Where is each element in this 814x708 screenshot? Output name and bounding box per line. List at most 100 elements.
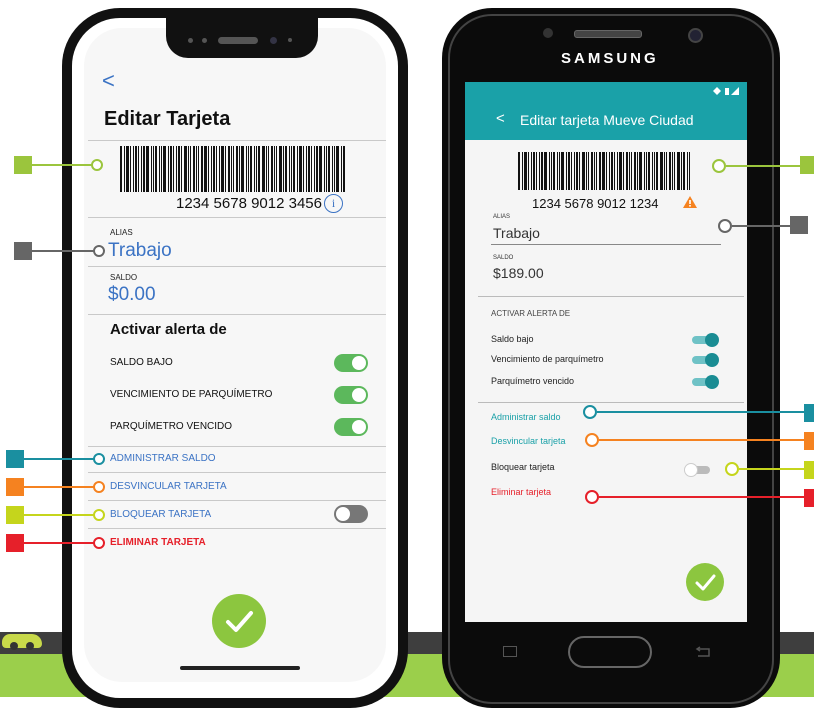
alias-label: ALIAS xyxy=(110,228,133,237)
samsung-save-check-button[interactable] xyxy=(686,563,724,601)
samsung-balance-value: $189.00 xyxy=(493,265,544,281)
unlink-divider xyxy=(88,500,386,501)
samsung-callout-line-block xyxy=(739,468,805,470)
samsung-alert-toggle-low-balance[interactable] xyxy=(692,333,719,347)
alias-divider xyxy=(88,266,386,267)
balance-divider xyxy=(88,314,386,315)
samsung-balance-divider xyxy=(478,296,744,297)
samsung-block-card-toggle[interactable] xyxy=(684,463,710,477)
samsung-delete-card-link[interactable]: Eliminar tarjeta xyxy=(491,487,551,497)
alert-toggle-meter-expired[interactable] xyxy=(334,418,368,436)
alias-input[interactable]: Trabajo xyxy=(108,240,172,262)
check-icon xyxy=(226,611,253,632)
alert-label-meter-expiring: VENCIMIENTO DE PARQUÍMETRO xyxy=(110,389,273,400)
samsung-callout-line-alias xyxy=(732,225,792,227)
callout-dot-alias xyxy=(93,245,105,257)
battery-icon xyxy=(713,87,739,95)
samsung-alerts-title: ACTIVAR ALERTA DE xyxy=(491,309,571,318)
samsung-callout-dot-barcode xyxy=(712,159,726,173)
callout-dot-block xyxy=(93,509,105,521)
samsung-callout-dot-block xyxy=(725,462,739,476)
balance-value: $0.00 xyxy=(108,284,156,305)
card-number: 1234 5678 9012 3456 xyxy=(176,195,322,212)
samsung-callout-dot-alias xyxy=(718,219,732,233)
alerts-title: Activar alerta de xyxy=(110,321,227,338)
samsung-callout-dot-manage xyxy=(583,405,597,419)
samsung-block-card-label: Bloquear tarjeta xyxy=(491,462,555,472)
home-button-icon[interactable] xyxy=(568,636,652,668)
alerts-divider xyxy=(88,446,386,447)
manage-balance-link[interactable]: ADMINISTRAR SALDO xyxy=(110,453,216,464)
back-chevron-icon[interactable]: < xyxy=(102,68,115,94)
samsung-callout-dot-delete xyxy=(585,490,599,504)
callout-line-unlink xyxy=(24,486,94,488)
samsung-callout-marker-alias xyxy=(790,216,808,234)
back-nav-icon[interactable] xyxy=(694,646,712,658)
samsung-callout-marker-barcode xyxy=(800,156,814,174)
title-divider xyxy=(88,140,386,141)
card-divider xyxy=(88,217,386,218)
iphone-notch xyxy=(166,16,318,58)
samsung-unlink-card-link[interactable]: Desvincular tarjeta xyxy=(491,436,566,446)
samsung-alias-input[interactable]: Trabajo xyxy=(493,225,540,241)
alert-toggle-meter-expiring[interactable] xyxy=(334,386,368,404)
callout-dot-barcode xyxy=(91,159,103,171)
callout-marker-manage xyxy=(6,450,24,468)
samsung-barcode-image xyxy=(518,152,690,190)
samsung-alert-label-low-balance: Saldo bajo xyxy=(491,334,534,344)
samsung-manage-balance-link[interactable]: Administrar saldo xyxy=(491,412,561,422)
samsung-callout-line-manage xyxy=(597,411,805,413)
callout-marker-unlink xyxy=(6,478,24,496)
block-card-toggle[interactable] xyxy=(334,505,368,523)
alert-toggle-low-balance[interactable] xyxy=(334,354,368,372)
samsung-callout-marker-block xyxy=(804,461,814,479)
samsung-callout-dot-unlink xyxy=(585,433,599,447)
page-title: Editar Tarjeta xyxy=(104,108,231,130)
alert-label-low-balance: SALDO BAJO xyxy=(110,357,173,368)
callout-dot-delete xyxy=(93,537,105,549)
status-bar xyxy=(465,82,747,100)
callout-line-barcode xyxy=(32,164,92,166)
callout-line-alias xyxy=(32,250,94,252)
samsung-sensor xyxy=(543,28,553,38)
delete-card-link[interactable]: ELIMINAR TARJETA xyxy=(110,537,206,548)
samsung-callout-marker-delete xyxy=(804,489,814,507)
callout-line-delete xyxy=(24,542,94,544)
samsung-card-number: 1234 5678 9012 1234 xyxy=(532,196,659,211)
alert-label-meter-expired: PARQUÍMETRO VENCIDO xyxy=(110,421,233,432)
samsung-callout-line-barcode xyxy=(726,165,802,167)
callout-marker-delete xyxy=(6,534,24,552)
block-divider xyxy=(88,528,386,529)
callout-marker-barcode xyxy=(14,156,32,174)
samsung-alert-toggle-meter-expired[interactable] xyxy=(692,375,719,389)
samsung-alias-label: ALIAS xyxy=(493,214,511,220)
car-illustration xyxy=(2,634,42,650)
block-card-label: BLOQUEAR TARJETA xyxy=(110,509,212,520)
alias-underline xyxy=(491,244,721,245)
samsung-alerts-divider xyxy=(478,402,744,403)
check-icon xyxy=(695,574,716,591)
callout-dot-manage xyxy=(93,453,105,465)
recent-apps-icon[interactable] xyxy=(503,646,517,657)
samsung-alert-label-meter-expiring: Vencimiento de parquímetro xyxy=(491,354,604,364)
samsung-alert-label-meter-expired: Parquímetro vencido xyxy=(491,376,575,386)
callout-marker-alias xyxy=(14,242,32,260)
app-bar-title: Editar tarjeta Mueve Ciudad xyxy=(520,112,694,128)
samsung-camera xyxy=(688,28,703,43)
warning-icon[interactable] xyxy=(682,195,698,209)
callout-line-block xyxy=(24,514,94,516)
samsung-brand: SAMSUNG xyxy=(561,50,659,67)
manage-divider xyxy=(88,472,386,473)
save-check-button[interactable] xyxy=(212,594,266,648)
info-icon[interactable]: i xyxy=(324,194,343,213)
callout-marker-block xyxy=(6,506,24,524)
samsung-callout-marker-manage xyxy=(804,404,814,422)
samsung-balance-label: SALDO xyxy=(493,255,514,261)
barcode-image xyxy=(120,146,345,192)
back-nav-chevron-icon[interactable]: < xyxy=(496,110,505,127)
callout-dot-unlink xyxy=(93,481,105,493)
samsung-speaker xyxy=(574,30,642,38)
unlink-card-link[interactable]: DESVINCULAR TARJETA xyxy=(110,481,227,492)
samsung-alert-toggle-meter-expiring[interactable] xyxy=(692,353,719,367)
callout-line-manage xyxy=(24,458,94,460)
